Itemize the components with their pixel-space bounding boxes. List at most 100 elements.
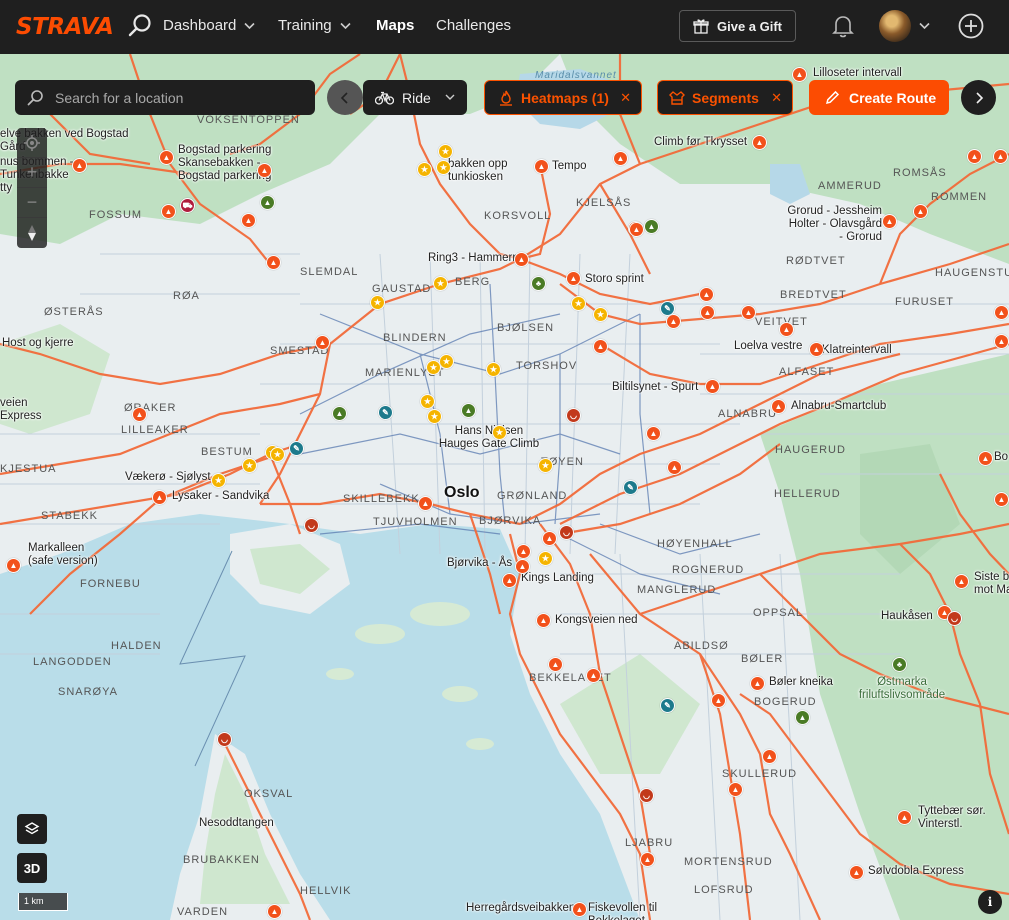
park-marker[interactable]: ▲	[461, 403, 476, 418]
bike-repair-marker[interactable]: ✎	[660, 698, 675, 713]
segment-marker[interactable]: ▲	[809, 342, 824, 357]
segment-marker[interactable]: ▲	[994, 492, 1009, 507]
strava-logo[interactable]: STRAVA	[16, 14, 114, 40]
segment-marker[interactable]: ▲	[705, 379, 720, 394]
segment-marker[interactable]: ▲	[967, 149, 982, 164]
bike-repair-marker[interactable]: ✎	[623, 480, 638, 495]
segment-marker[interactable]: ▲	[640, 852, 655, 867]
star-segment-marker[interactable]: ★	[538, 551, 553, 566]
segment-marker[interactable]: ▲	[711, 693, 726, 708]
segment-label[interactable]: Markalleen (safe version)	[28, 542, 108, 568]
nav-maps[interactable]: Maps	[376, 17, 414, 34]
star-segment-marker[interactable]: ★	[439, 354, 454, 369]
scroll-right-button[interactable]	[961, 80, 996, 115]
segment-marker[interactable]: ▲	[994, 334, 1009, 349]
create-route-button[interactable]: Create Route	[809, 80, 949, 115]
cafe-marker[interactable]: ◡	[217, 732, 232, 747]
segment-label[interactable]: Bo	[994, 451, 1008, 464]
park-marker[interactable]: ▲	[260, 195, 275, 210]
segment-label[interactable]: Tempo	[552, 160, 587, 173]
segment-marker[interactable]: ▲	[267, 904, 282, 919]
segments-toggle[interactable]: Segments ✕	[657, 80, 793, 115]
bell-icon[interactable]	[832, 14, 854, 38]
star-segment-marker[interactable]: ★	[593, 307, 608, 322]
map-canvas[interactable]: VOKSENTOPPEN FOSSUM SLEMDAL RØA ØSTERÅS …	[0, 54, 1009, 920]
segment-marker[interactable]: ▲	[666, 314, 681, 329]
segment-label[interactable]: Ring3 - Hammern	[428, 252, 519, 265]
bike-repair-marker[interactable]: ✎	[289, 441, 304, 456]
locate-button[interactable]	[17, 128, 47, 158]
star-segment-marker[interactable]: ★	[433, 276, 448, 291]
cafe-marker[interactable]: ◡	[639, 788, 654, 803]
park-marker[interactable]: ▲	[795, 710, 810, 725]
segment-marker[interactable]: ▲	[266, 255, 281, 270]
segment-marker[interactable]: ▲	[750, 676, 765, 691]
segment-label[interactable]: Sølvdobla Express	[868, 865, 964, 878]
park-marker[interactable]: ♣	[531, 276, 546, 291]
segment-label[interactable]: bakken opp tunkiosken	[448, 158, 512, 184]
segment-marker[interactable]: ▲	[516, 544, 531, 559]
star-segment-marker[interactable]: ★	[211, 473, 226, 488]
segment-marker[interactable]: ▲	[418, 496, 433, 511]
star-segment-marker[interactable]: ★	[571, 296, 586, 311]
nav-training[interactable]: Training	[278, 17, 351, 34]
segment-label[interactable]: Bøler kneika	[769, 676, 833, 689]
segment-marker[interactable]: ▲	[593, 339, 608, 354]
star-segment-marker[interactable]: ★	[438, 144, 453, 159]
segment-label[interactable]: Lysaker - Sandvika	[172, 490, 269, 503]
star-segment-marker[interactable]: ★	[370, 295, 385, 310]
segment-marker[interactable]: ▲	[752, 135, 767, 150]
search-input[interactable]	[55, 89, 295, 106]
star-segment-marker[interactable]: ★	[420, 394, 435, 409]
segment-marker[interactable]: ▲	[515, 559, 530, 574]
segment-marker[interactable]: ▲	[542, 531, 557, 546]
bike-repair-marker[interactable]: ✎	[378, 405, 393, 420]
star-segment-marker[interactable]: ★	[242, 458, 257, 473]
segment-label[interactable]: Klatreintervall	[822, 344, 892, 357]
segment-label[interactable]: Kings Landing	[521, 572, 594, 585]
info-button[interactable]: i	[978, 890, 1002, 914]
zoom-in-button[interactable]: +	[17, 158, 47, 188]
segment-label[interactable]: Siste b mot Ma	[974, 571, 1009, 597]
segment-label[interactable]: Haukåsen	[881, 610, 933, 623]
segment-label[interactable]: Alnabru-Smartclub	[791, 400, 886, 413]
segment-marker[interactable]: ▲	[534, 159, 549, 174]
segment-marker[interactable]: ▲	[241, 213, 256, 228]
add-icon[interactable]	[958, 13, 984, 39]
segment-marker[interactable]: ▲	[159, 150, 174, 165]
segment-marker[interactable]: ▲	[913, 204, 928, 219]
segment-label[interactable]: Vækerø - Sjølyst	[125, 471, 211, 484]
segment-marker[interactable]: ▲	[994, 305, 1009, 320]
segment-marker[interactable]: ▲	[629, 222, 644, 237]
star-segment-marker[interactable]: ★	[486, 362, 501, 377]
map-layers-button[interactable]	[17, 814, 47, 844]
star-segment-marker[interactable]: ★	[417, 162, 432, 177]
segment-label[interactable]: Bjørvika - Ås	[447, 557, 512, 570]
segment-marker[interactable]: ▲	[771, 399, 786, 414]
segment-marker[interactable]: ▲	[613, 151, 628, 166]
segment-marker[interactable]: ▲	[572, 902, 587, 917]
segment-label[interactable]: Kongsveien ned	[555, 614, 637, 627]
segment-marker[interactable]: ▲	[536, 613, 551, 628]
segment-marker[interactable]: ▲	[728, 782, 743, 797]
segment-marker[interactable]: ▲	[548, 657, 563, 672]
scroll-left-button[interactable]	[327, 80, 363, 115]
segment-label[interactable]: Host og kjerre	[2, 337, 74, 350]
bike-repair-marker[interactable]: ✎	[660, 301, 675, 316]
segment-marker[interactable]: ▲	[667, 460, 682, 475]
segment-marker[interactable]: ▲	[993, 149, 1008, 164]
segment-label[interactable]: Fiskevollen til Bekkelaget	[588, 902, 668, 920]
park-marker[interactable]: ♣	[892, 657, 907, 672]
close-icon[interactable]: ✕	[620, 90, 631, 106]
segment-label[interactable]: Storo sprint	[585, 273, 644, 286]
segment-marker[interactable]: ▲	[882, 214, 897, 229]
segment-label[interactable]: veien Express	[0, 397, 42, 423]
segment-marker[interactable]: ▲	[897, 810, 912, 825]
segment-marker[interactable]: ▲	[646, 426, 661, 441]
star-segment-marker[interactable]: ★	[426, 360, 441, 375]
zoom-out-button[interactable]: −	[17, 188, 47, 218]
segment-marker[interactable]: ▲	[315, 335, 330, 350]
location-search[interactable]	[15, 80, 315, 115]
segment-label[interactable]: Hans Nielsen Hauges Gate Climb	[434, 425, 544, 451]
segment-marker[interactable]: ▲	[161, 204, 176, 219]
